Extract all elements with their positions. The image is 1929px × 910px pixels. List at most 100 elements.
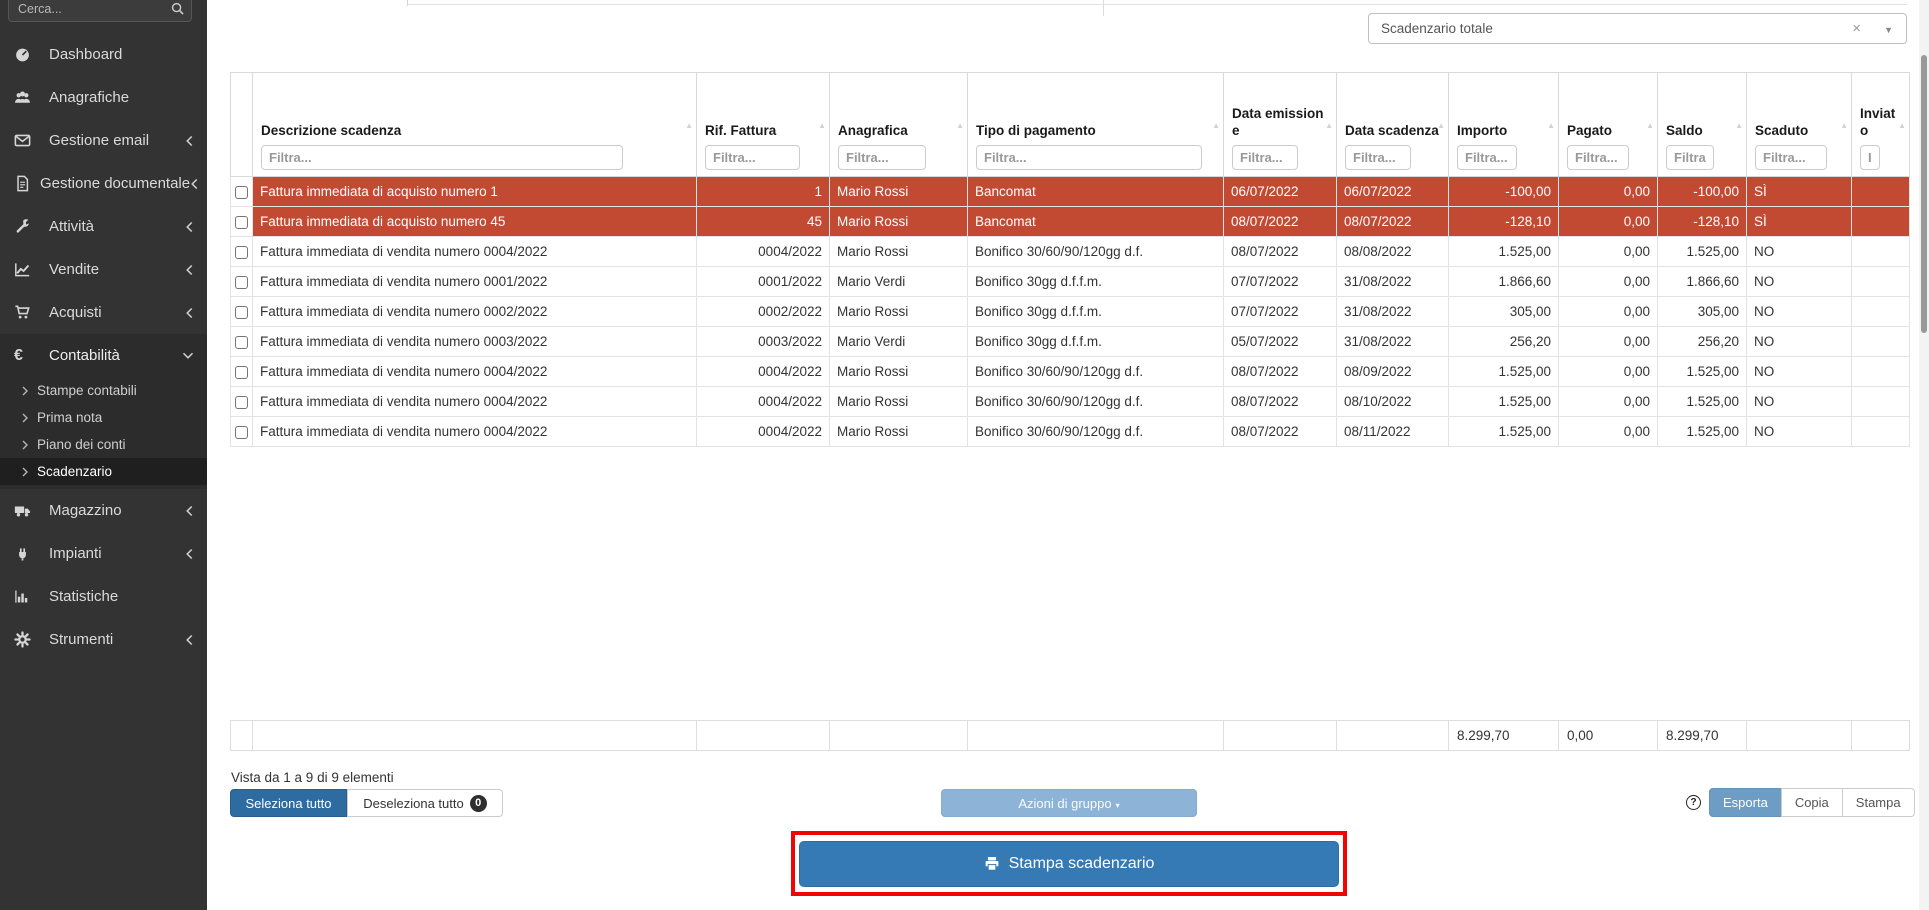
- sidebar-item-gestione-email[interactable]: Gestione email: [0, 119, 207, 162]
- deselect-all-button[interactable]: Deseleziona tutto 0: [347, 789, 503, 817]
- sort-icon[interactable]: ▲: [1212, 121, 1220, 130]
- select-all-button[interactable]: Seleziona tutto: [230, 789, 347, 817]
- sidebar-subitem-stampe-contabili[interactable]: Stampe contabili: [0, 377, 207, 404]
- help-icon[interactable]: ?: [1686, 795, 1701, 810]
- table-row[interactable]: Fattura immediata di acquisto numero 11M…: [231, 177, 1910, 207]
- group-actions-button[interactable]: Azioni di gruppo▾: [941, 789, 1197, 817]
- sort-icon[interactable]: ▲: [956, 121, 964, 130]
- column-header-pagato[interactable]: Pagato▲: [1559, 73, 1658, 177]
- totals-row: 8.299,700,008.299,70: [230, 720, 1910, 751]
- sidebar-item-anagrafiche[interactable]: Anagrafiche: [0, 76, 207, 119]
- sidebar-search[interactable]: [8, 0, 192, 22]
- sidebar-item-gestione-documentale[interactable]: Gestione documentale: [0, 162, 207, 205]
- sidebar-item-acquisti[interactable]: Acquisti: [0, 291, 207, 334]
- cell-anagrafica: Mario Rossi: [830, 387, 968, 417]
- column-header-descrizione-scadenza[interactable]: Descrizione scadenza▲: [253, 73, 697, 177]
- print-button[interactable]: Stampa: [1842, 788, 1915, 817]
- sidebar-item-magazzino[interactable]: Magazzino: [0, 489, 207, 532]
- sidebar-subitem-prima-nota[interactable]: Prima nota: [0, 404, 207, 431]
- sort-icon[interactable]: ▲: [1898, 121, 1906, 130]
- filter-tipo-pagamento-input[interactable]: [976, 145, 1202, 170]
- chevron-left-icon: [185, 548, 194, 560]
- table-row[interactable]: Fattura immediata di vendita numero 0004…: [231, 417, 1910, 447]
- sort-icon[interactable]: ▲: [685, 121, 693, 130]
- cell-descrizione-scadenza: Fattura immediata di vendita numero 0004…: [253, 357, 697, 387]
- cell-data-scadenza: 31/08/2022: [1337, 297, 1449, 327]
- chevron-left-icon: [185, 135, 194, 147]
- sidebar-item-dashboard[interactable]: Dashboard: [0, 33, 207, 76]
- table-row[interactable]: Fattura immediata di vendita numero 0002…: [231, 297, 1910, 327]
- cart-icon: [14, 304, 40, 321]
- row-checkbox[interactable]: [235, 306, 248, 319]
- table-row[interactable]: Fattura immediata di acquisto numero 454…: [231, 207, 1910, 237]
- filter-importo-input[interactable]: [1457, 145, 1517, 170]
- row-checkbox[interactable]: [235, 276, 248, 289]
- export-button[interactable]: Esporta: [1709, 788, 1782, 817]
- scrollbar-thumb[interactable]: [1921, 55, 1927, 333]
- filter-rif-fattura-input[interactable]: [705, 145, 800, 170]
- row-checkbox[interactable]: [235, 216, 248, 229]
- cell-saldo: -100,00: [1658, 177, 1747, 207]
- column-header-data-scadenza[interactable]: Data scadenza▲: [1337, 73, 1449, 177]
- filter-data-emissione-input[interactable]: [1232, 145, 1298, 170]
- sort-icon[interactable]: ▲: [1325, 121, 1333, 130]
- sidebar-item-attivita[interactable]: Attività: [0, 205, 207, 248]
- sidebar-item-statistiche[interactable]: Statistiche: [0, 575, 207, 618]
- row-checkbox[interactable]: [235, 366, 248, 379]
- cell-scaduto: NO: [1747, 327, 1852, 357]
- top-divider-stub: [407, 0, 408, 6]
- sidebar-item-vendite[interactable]: Vendite: [0, 248, 207, 291]
- sidebar-subitem-piano-dei-conti[interactable]: Piano dei conti: [0, 431, 207, 458]
- table-row[interactable]: Fattura immediata di vendita numero 0003…: [231, 327, 1910, 357]
- stampa-scadenzario-button[interactable]: Stampa scadenzario: [799, 841, 1339, 887]
- sidebar-item-impianti[interactable]: Impianti: [0, 532, 207, 575]
- chevron-down-icon[interactable]: ▼: [1884, 25, 1893, 35]
- clear-selection-icon[interactable]: ×: [1852, 20, 1861, 37]
- table-row[interactable]: Fattura immediata di vendita numero 0004…: [231, 237, 1910, 267]
- printer-icon: [984, 856, 1000, 872]
- column-header-inviato[interactable]: Inviato▲: [1852, 73, 1910, 177]
- sidebar-subitem-scadenzario[interactable]: Scadenzario: [0, 458, 207, 485]
- filter-scaduto-input[interactable]: [1755, 145, 1827, 170]
- table-row[interactable]: Fattura immediata di vendita numero 0004…: [231, 357, 1910, 387]
- sort-icon[interactable]: ▲: [1547, 121, 1555, 130]
- filter-descrizione-scadenza-input[interactable]: [261, 145, 623, 170]
- sort-icon[interactable]: ▲: [1735, 121, 1743, 130]
- column-header-scaduto[interactable]: Scaduto▲: [1747, 73, 1852, 177]
- plug-icon: [14, 545, 40, 562]
- table-row[interactable]: Fattura immediata di vendita numero 0004…: [231, 387, 1910, 417]
- scrollbar[interactable]: [1919, 0, 1929, 910]
- sidebar-item-strumenti[interactable]: Strumenti: [0, 618, 207, 661]
- sidebar-item-contabilita[interactable]: €Contabilità: [0, 334, 207, 377]
- column-label: Pagato: [1567, 123, 1649, 140]
- row-checkbox[interactable]: [235, 246, 248, 259]
- column-header-rif-fattura[interactable]: Rif. Fattura▲: [697, 73, 830, 177]
- cell-saldo: -128,10: [1658, 207, 1747, 237]
- search-input[interactable]: [9, 0, 161, 21]
- filter-data-scadenza-input[interactable]: [1345, 145, 1411, 170]
- filter-inviato-input[interactable]: [1860, 145, 1880, 170]
- column-header-importo[interactable]: Importo▲: [1449, 73, 1559, 177]
- filter-pagato-input[interactable]: [1567, 145, 1629, 170]
- sidebar-item-label: Anagrafiche: [49, 89, 129, 106]
- filter-anagrafica-input[interactable]: [838, 145, 926, 170]
- sort-icon[interactable]: ▲: [818, 121, 826, 130]
- sort-icon[interactable]: ▲: [1646, 121, 1654, 130]
- scadenzario-filter-select[interactable]: Scadenzario totale × ▼: [1368, 13, 1907, 44]
- table-row[interactable]: Fattura immediata di vendita numero 0001…: [231, 267, 1910, 297]
- row-checkbox[interactable]: [235, 426, 248, 439]
- cell-data-emissione: 05/07/2022: [1224, 327, 1337, 357]
- copy-button[interactable]: Copia: [1781, 788, 1843, 817]
- column-header-saldo[interactable]: Saldo▲: [1658, 73, 1747, 177]
- column-header-tipo-pagamento[interactable]: Tipo di pagamento▲: [968, 73, 1224, 177]
- sort-icon[interactable]: ▲: [1840, 121, 1848, 130]
- row-checkbox[interactable]: [235, 336, 248, 349]
- column-header-anagrafica[interactable]: Anagrafica▲: [830, 73, 968, 177]
- search-icon[interactable]: [171, 2, 184, 20]
- row-checkbox[interactable]: [235, 396, 248, 409]
- column-header-data-emissione[interactable]: Data emissione▲: [1224, 73, 1337, 177]
- sort-icon[interactable]: ▲: [1437, 121, 1445, 130]
- row-checkbox[interactable]: [235, 186, 248, 199]
- filter-saldo-input[interactable]: [1666, 145, 1714, 170]
- totals-cell-scaduto: [1747, 721, 1852, 751]
